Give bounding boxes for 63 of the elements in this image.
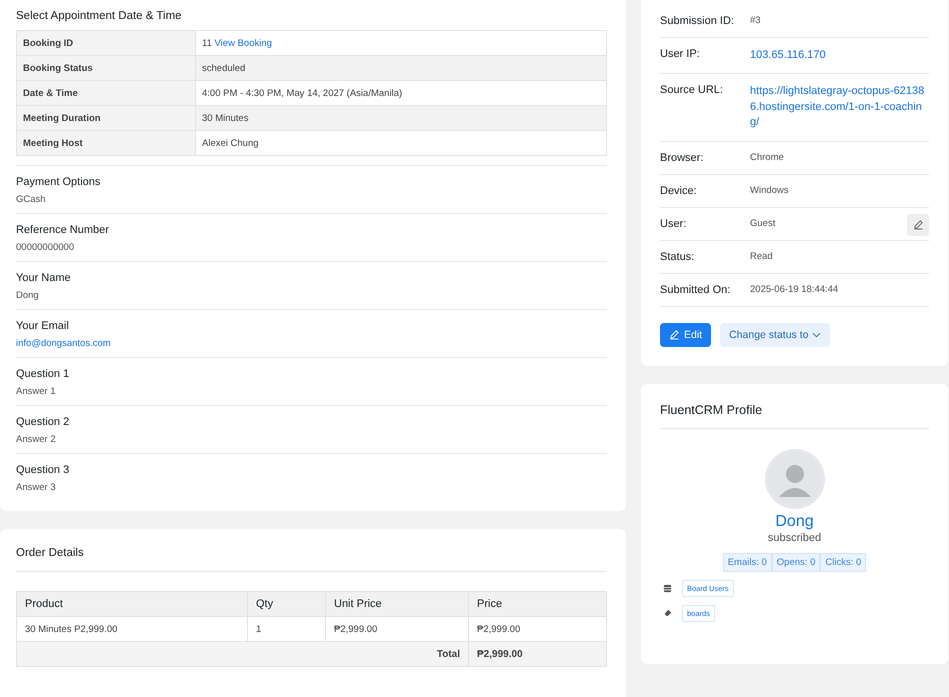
pen-icon [912, 219, 924, 230]
info-value: Read [750, 250, 774, 262]
table-cell: scheduled [196, 56, 606, 80]
edit-user-button[interactable] [907, 214, 929, 236]
stat-badge: Emails: 0 [722, 552, 772, 572]
section-title: Order Details [16, 546, 85, 561]
table-cell: Alexei Chung [196, 130, 606, 156]
section-title: Select Appointment Date & Time [16, 9, 183, 24]
field-value: Answer 2 [16, 434, 57, 445]
pen-icon [669, 329, 680, 340]
field-value: 00000000000 [16, 242, 76, 253]
info-label: Status: [660, 250, 696, 263]
info-label: Submitted On: [660, 284, 732, 296]
column-header: Price [468, 592, 606, 616]
column-header: Product [16, 592, 248, 616]
section-title: FluentCRM Profile [660, 402, 764, 419]
info-value: 2025-06-19 18:44:44 [750, 284, 840, 295]
field-value: Answer 3 [16, 482, 57, 493]
field-label: Your Email [16, 320, 70, 332]
info-link[interactable]: https://lightslategray-octopus-621386.hostingersite.com/1-on-1-coaching/ [750, 84, 929, 131]
stat-badge: Opens: 0 [772, 552, 820, 572]
info-label: User IP: [660, 48, 701, 60]
table-cell: ₱2,999.00 [468, 642, 606, 666]
info-value: Chrome [750, 152, 785, 163]
info-label: Submission ID: [660, 15, 735, 27]
column-header: Unit Price [326, 592, 468, 616]
field-value: Answer 1 [16, 386, 57, 397]
chevron-down-icon [812, 332, 822, 338]
info-value: Windows [750, 184, 790, 196]
table-cell: Booking Status [16, 56, 196, 80]
table-cell: Booking ID [16, 30, 196, 56]
table-cell: Meeting Duration [16, 106, 196, 130]
field-label: Question 1 [16, 368, 70, 380]
edit-button[interactable]: Edit [660, 322, 712, 347]
tag-icon [663, 608, 672, 618]
info-label: User: [660, 218, 688, 230]
info-link[interactable]: 103.65.116.170 [750, 48, 929, 64]
field-value: GCash [16, 194, 47, 205]
field-value: Dong [16, 290, 40, 301]
change-status-button[interactable]: Change status to [720, 322, 830, 347]
avatar-icon [764, 448, 824, 509]
view-booking-link[interactable]: View Booking [214, 38, 272, 48]
list-icon [663, 584, 672, 593]
table-cell: 11 View Booking [196, 30, 606, 56]
table-cell: Meeting Host [16, 130, 196, 156]
info-label: Browser: [660, 152, 704, 164]
info-value: #3 [750, 15, 762, 26]
stat-badge: Clicks: 0 [820, 552, 866, 572]
field-label: Question 3 [16, 464, 70, 476]
column-header: Qty [248, 592, 326, 616]
field-label: Question 2 [16, 416, 70, 428]
table-cell: Total [16, 642, 468, 666]
info-label: Device: [660, 184, 698, 197]
profile-name-link[interactable]: Dong [775, 512, 814, 531]
field-label: Reference Number [16, 224, 110, 236]
email-link[interactable]: info@dongsantos.com [16, 338, 111, 349]
field-label: Payment Options [16, 176, 102, 188]
profile-status: subscribed [766, 532, 822, 544]
table-cell: 30 Minutes [196, 106, 606, 130]
info-label: Source URL: [660, 84, 724, 96]
info-value: Guest [750, 218, 776, 229]
table-cell: Date & Time [16, 80, 196, 106]
field-label: Your Name [16, 272, 72, 284]
